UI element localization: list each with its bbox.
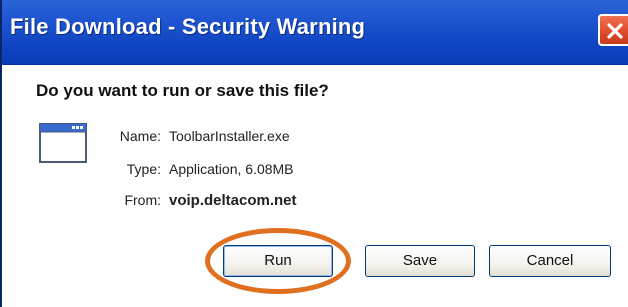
application-window-icon xyxy=(39,123,87,168)
close-icon xyxy=(607,23,623,39)
title-bar[interactable]: File Download - Security Warning xyxy=(2,0,628,65)
type-label: Type: xyxy=(126,161,161,177)
file-name-value: ToolbarInstaller.exe xyxy=(169,128,290,144)
close-button[interactable] xyxy=(598,14,628,46)
file-type-value: Application, 6.08MB xyxy=(169,161,294,177)
cancel-button[interactable]: Cancel xyxy=(489,245,611,277)
run-highlight-circle xyxy=(205,228,351,294)
name-label: Name: xyxy=(119,128,161,144)
save-button[interactable]: Save xyxy=(365,245,475,277)
window-title: File Download - Security Warning xyxy=(10,14,366,39)
file-source-value: voip.deltacom.net xyxy=(169,192,297,209)
dialog-body: Do you want to run or save this file? Na… xyxy=(2,65,628,307)
from-label: From: xyxy=(124,192,161,208)
question-text: Do you want to run or save this file? xyxy=(36,81,329,100)
security-warning-dialog: File Download - Security Warning Do you … xyxy=(0,0,628,307)
